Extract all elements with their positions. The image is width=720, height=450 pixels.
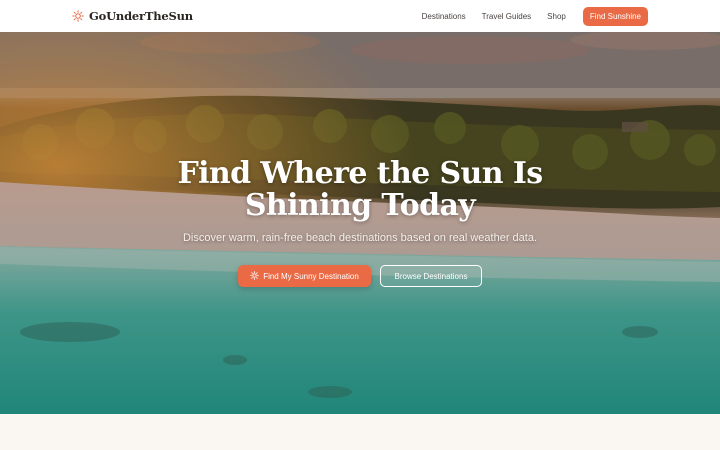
hero-section: Find Where the Sun Is Shining Today Disc… [0, 32, 720, 414]
top-nav: GoUnderTheSun Destinations Travel Guides… [0, 0, 720, 32]
hero-subtitle: Discover warm, rain-free beach destinati… [182, 232, 538, 244]
nav-links: Destinations Travel Guides Shop Find Sun… [422, 6, 648, 26]
nav-link-travel-guides[interactable]: Travel Guides [482, 12, 532, 21]
browse-destinations-button[interactable]: Browse Destinations [380, 265, 482, 287]
hero-title-line-2: Shining Today [244, 188, 476, 223]
brand-logo[interactable]: GoUnderTheSun [72, 7, 193, 26]
hero-buttons: Find My Sunny Destination Browse Destina… [0, 265, 720, 287]
hero-content: Find Where the Sun Is Shining Today Disc… [0, 32, 720, 414]
sun-icon [250, 270, 260, 282]
find-my-sunny-destination-button[interactable]: Find My Sunny Destination [238, 265, 371, 287]
hero-title: Find Where the Sun Is Shining Today [0, 158, 720, 222]
brand-name: GoUnderTheSun [89, 9, 193, 23]
sun-icon [72, 7, 84, 26]
nav-link-destinations[interactable]: Destinations [422, 12, 466, 21]
primary-button-label: Find My Sunny Destination [263, 271, 359, 281]
nav-link-shop[interactable]: Shop [547, 12, 566, 21]
find-sunshine-button[interactable]: Find Sunshine [582, 6, 648, 26]
next-section [0, 414, 720, 450]
hero-title-line-1: Find Where the Sun Is [177, 156, 543, 191]
